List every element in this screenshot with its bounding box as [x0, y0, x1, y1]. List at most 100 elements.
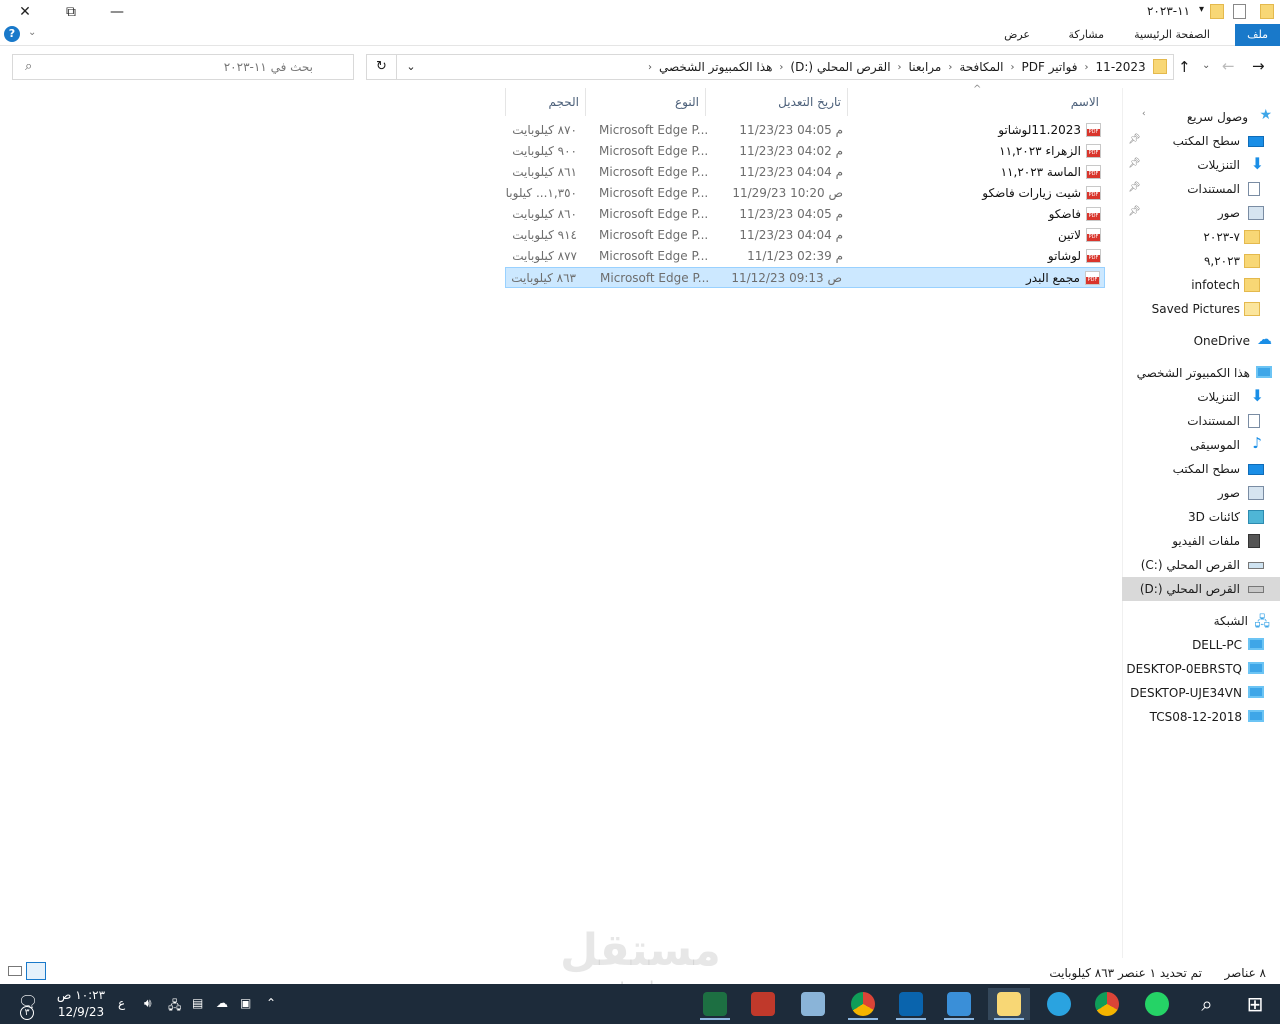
column-name[interactable]: الاسم	[847, 88, 1105, 116]
breadcrumb-item[interactable]: 11-2023	[1092, 60, 1150, 74]
sidebar-item-desktop[interactable]: 📌︎ سطح المكتب	[1122, 129, 1280, 153]
sidebar-item-quick-access[interactable]: › ★ وصول سريع	[1122, 105, 1280, 129]
breadcrumb-item[interactable]: المكافحة	[955, 60, 1007, 74]
onedrive-tray-icon[interactable]: ☁	[216, 996, 228, 1010]
up-arrow-icon[interactable]: ↑	[1178, 58, 1191, 76]
chevron-left-icon[interactable]: ‹	[945, 62, 955, 73]
close-button[interactable]: ✕	[2, 0, 48, 24]
pin-icon[interactable]: 📌︎	[1128, 182, 1141, 193]
sidebar-item-drive-c[interactable]: القرص المحلي (:C)	[1122, 553, 1280, 577]
column-size[interactable]: الحجم	[505, 88, 585, 116]
taskbar-file-explorer[interactable]	[988, 988, 1030, 1020]
breadcrumb-item[interactable]: هذا الكمبيوتر الشخصي	[655, 60, 776, 74]
qat-dropdown-icon[interactable]: ▾	[1199, 4, 1204, 15]
sidebar-item-network[interactable]: 🖧︎ الشبكة	[1122, 609, 1280, 633]
sidebar-item-network-pc[interactable]: DESKTOP-UJE34VN	[1122, 681, 1280, 705]
column-type[interactable]: النوع	[585, 88, 705, 116]
details-view-icon[interactable]	[8, 966, 22, 976]
sidebar-item-3d-objects[interactable]: كائنات 3D	[1122, 505, 1280, 529]
address-bar[interactable]: ↻ ⌄ ‹ هذا الكمبيوتر الشخصي ‹ القرص المحل…	[366, 54, 1174, 80]
search-button[interactable]: ⌕	[1186, 988, 1228, 1020]
search-icon: ⌕	[1201, 992, 1213, 1016]
breadcrumb-item[interactable]: فواتير PDF	[1017, 60, 1081, 74]
table-row[interactable]: الماسة ١١,٢٠٢٣م 04:04 11/23/23Microsoft …	[505, 162, 1105, 183]
sidebar-item-music[interactable]: ♪ الموسيقى	[1122, 433, 1280, 457]
sidebar-item-folder[interactable]: infotech	[1122, 273, 1280, 297]
sidebar-item-documents[interactable]: 📌︎ المستندات	[1122, 177, 1280, 201]
sidebar-item-onedrive[interactable]: ☁ OneDrive	[1122, 329, 1280, 353]
column-date[interactable]: تاريخ التعديل	[705, 88, 847, 116]
forward-arrow-icon[interactable]: ←	[1222, 57, 1235, 75]
maximize-button[interactable]: ⧉	[48, 0, 94, 24]
show-hidden-icons[interactable]: ⌃	[266, 996, 276, 1010]
help-icon[interactable]: ?	[4, 26, 20, 42]
expand-ribbon-icon[interactable]: ⌄	[28, 27, 36, 38]
sidebar-item-pictures[interactable]: صور	[1122, 481, 1280, 505]
refresh-button[interactable]: ↻	[367, 55, 397, 79]
sidebar-item-network-pc[interactable]: TCS08-12-2018	[1122, 705, 1280, 729]
tray-app-icon[interactable]: ▤	[192, 996, 203, 1010]
sidebar-item-folder[interactable]: Saved Pictures	[1122, 297, 1280, 321]
table-row[interactable]: 11.2023لوشاتوم 04:05 11/23/23Microsoft E…	[505, 120, 1105, 141]
pin-icon[interactable]: 📌︎	[1128, 206, 1141, 217]
table-row-selected[interactable]: مجمع البدرص 09:13 11/12/23Microsoft Edge…	[505, 267, 1105, 288]
tab-home[interactable]: الصفحة الرئيسية	[1122, 24, 1222, 46]
chevron-left-icon[interactable]: ‹	[776, 62, 786, 73]
chevron-left-icon[interactable]: ‹	[1082, 62, 1092, 73]
sidebar-item-downloads[interactable]: ⬇ التنزيلات	[1122, 385, 1280, 409]
address-dropdown-icon[interactable]: ⌄	[397, 55, 425, 79]
sidebar-item-documents[interactable]: المستندات	[1122, 409, 1280, 433]
table-row[interactable]: الزهراء ١١,٢٠٢٣م 04:02 11/23/23Microsoft…	[505, 141, 1105, 162]
taskbar-chrome[interactable]	[1086, 988, 1128, 1020]
sidebar-item-network-pc[interactable]: DESKTOP-0EBRSTQ	[1122, 657, 1280, 681]
expand-icon[interactable]: ›	[1142, 109, 1146, 119]
sidebar-item-pictures[interactable]: 📌︎ صور	[1122, 201, 1280, 225]
sidebar-item-network-pc[interactable]: DELL-PC	[1122, 633, 1280, 657]
start-button[interactable]: ⊞	[1234, 988, 1276, 1020]
clock-date[interactable]: 12/9/23	[56, 1005, 106, 1019]
tab-file[interactable]: ملف	[1235, 24, 1280, 46]
taskbar-app[interactable]	[742, 988, 784, 1020]
taskbar-chrome[interactable]	[842, 988, 884, 1020]
sidebar-item-this-pc[interactable]: هذا الكمبيوتر الشخصي	[1122, 361, 1280, 385]
breadcrumb-item[interactable]: القرص المحلي (:D)	[786, 60, 894, 74]
table-row[interactable]: شيت زيارات فاضكوص 10:20 11/29/23Microsof…	[505, 183, 1105, 204]
volume-icon[interactable]: 🔊︎	[144, 996, 152, 1011]
new-folder-icon[interactable]	[1210, 4, 1224, 19]
sidebar-item-drive-d[interactable]: القرص المحلي (:D)	[1122, 577, 1280, 601]
taskbar-telegram[interactable]	[1038, 988, 1080, 1020]
chevron-left-icon[interactable]: ‹	[1007, 62, 1017, 73]
pin-icon[interactable]: 📌︎	[1128, 158, 1141, 169]
chevron-left-icon[interactable]: ‹	[895, 62, 905, 73]
table-row[interactable]: لوشاتوم 02:39 11/1/23Microsoft Edge P...…	[505, 246, 1105, 267]
breadcrumb-item[interactable]: مرابعنا	[905, 60, 946, 74]
search-box[interactable]: ⌕ بحث في ١١-٢٠٢٣	[12, 54, 354, 80]
taskbar-outlook[interactable]	[890, 988, 932, 1020]
sidebar-item-folder[interactable]: ٩,٢٠٢٣	[1122, 249, 1280, 273]
meet-icon[interactable]: ▣	[240, 996, 251, 1010]
properties-icon[interactable]	[1233, 4, 1246, 19]
sidebar-item-folder[interactable]: ٧-٢٠٢٣	[1122, 225, 1280, 249]
table-row[interactable]: فاضكوم 04:05 11/23/23Microsoft Edge P...…	[505, 204, 1105, 225]
recent-dropdown-icon[interactable]: ⌄	[1202, 60, 1210, 71]
back-arrow-icon[interactable]: →	[1252, 57, 1265, 75]
search-input[interactable]: بحث في ١١-٢٠٢٣	[224, 60, 313, 74]
input-language[interactable]: ع	[118, 996, 125, 1010]
clock-time[interactable]: ١٠:٢٣ ص	[56, 988, 106, 1002]
taskbar-app[interactable]	[792, 988, 834, 1020]
minimize-button[interactable]: —	[94, 0, 140, 24]
sidebar-item-downloads[interactable]: 📌︎ ⬇ التنزيلات	[1122, 153, 1280, 177]
sidebar-item-videos[interactable]: ملفات الفيديو	[1122, 529, 1280, 553]
tab-view[interactable]: عرض	[992, 24, 1042, 46]
sidebar-item-desktop[interactable]: سطح المكتب	[1122, 457, 1280, 481]
network-tray-icon[interactable]: 🖧︎	[168, 996, 181, 1017]
table-row[interactable]: لاتينم 04:04 11/23/23Microsoft Edge P...…	[505, 225, 1105, 246]
taskbar-excel[interactable]	[694, 988, 736, 1020]
sidebar-item-label: القرص المحلي (:C)	[1140, 558, 1240, 572]
taskbar-mail[interactable]	[938, 988, 980, 1020]
pin-icon[interactable]: 📌︎	[1128, 134, 1141, 145]
list-view-icon[interactable]	[26, 962, 46, 980]
chevron-left-icon[interactable]: ‹	[645, 62, 655, 73]
tab-share[interactable]: مشاركة	[1056, 24, 1116, 46]
taskbar-whatsapp[interactable]	[1136, 988, 1178, 1020]
